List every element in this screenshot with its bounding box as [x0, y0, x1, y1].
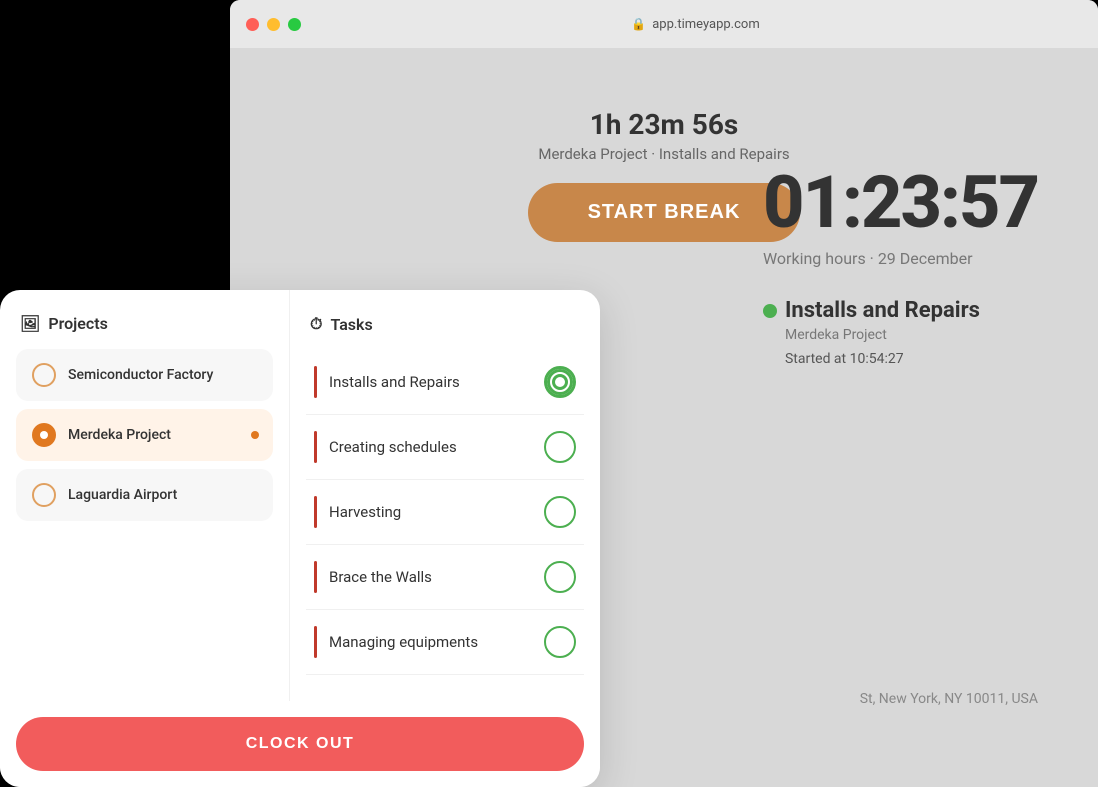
- task-radio-brace[interactable]: [544, 561, 576, 593]
- task-radio-creating[interactable]: [544, 431, 576, 463]
- active-task-card: Installs and Repairs Merdeka Project Sta…: [763, 298, 1038, 367]
- project-item-semiconductor[interactable]: Semiconductor Factory: [16, 349, 273, 401]
- big-clock-subtitle: Working hours · 29 December: [763, 249, 1038, 268]
- project-item-merdeka[interactable]: Merdeka Project: [16, 409, 273, 461]
- task-indicator-creating: [314, 431, 317, 463]
- tasks-panel: ⏱ Tasks Installs and Repairs Creating sc…: [290, 290, 600, 701]
- timer-duration: 1h 23m 56s: [538, 108, 789, 141]
- tasks-icon: ⏱: [310, 314, 322, 334]
- overlay-panel: 🖼 Projects Semiconductor Factory Merdeka…: [0, 290, 600, 787]
- tasks-panel-header: ⏱ Tasks: [306, 314, 584, 334]
- address-text: app.timeyapp.com: [652, 17, 760, 32]
- projects-header-label: Projects: [48, 314, 108, 333]
- project-radio-laguardia: [32, 483, 56, 507]
- close-traffic-light[interactable]: [246, 18, 259, 31]
- task-left-harvesting: Harvesting: [314, 496, 401, 528]
- project-radio-merdeka: [32, 423, 56, 447]
- task-radio-installs[interactable]: [544, 366, 576, 398]
- projects-panel-header: 🖼 Projects: [16, 314, 273, 333]
- project-name-semiconductor: Semiconductor Factory: [68, 367, 213, 383]
- task-item-brace[interactable]: Brace the Walls: [306, 545, 584, 610]
- task-item-managing[interactable]: Managing equipments: [306, 610, 584, 675]
- address-bar: 🔒 app.timeyapp.com: [309, 17, 1082, 32]
- clock-out-button[interactable]: CLOCK OUT: [16, 717, 584, 771]
- task-name-creating: Creating schedules: [329, 438, 457, 456]
- task-radio-managing[interactable]: [544, 626, 576, 658]
- project-active-dot-merdeka: [251, 431, 259, 439]
- task-left-brace: Brace the Walls: [314, 561, 432, 593]
- task-name-installs: Installs and Repairs: [329, 373, 460, 391]
- task-indicator-managing: [314, 626, 317, 658]
- task-left-installs: Installs and Repairs: [314, 366, 460, 398]
- task-indicator-installs: [314, 366, 317, 398]
- task-item-installs[interactable]: Installs and Repairs: [306, 350, 584, 415]
- start-break-button[interactable]: START BREAK: [528, 183, 801, 242]
- timer-display: 1h 23m 56s Merdeka Project · Installs an…: [538, 108, 789, 163]
- task-indicator-harvesting: [314, 496, 317, 528]
- bottom-address: St, New York, NY 10011, USA: [860, 691, 1038, 707]
- task-indicator-brace: [314, 561, 317, 593]
- big-clock-area: 01:23:57 Working hours · 29 December Ins…: [763, 160, 1038, 367]
- task-name-managing: Managing equipments: [329, 633, 478, 651]
- minimize-traffic-light[interactable]: [267, 18, 280, 31]
- projects-icon: 🖼: [20, 314, 40, 333]
- task-item-creating[interactable]: Creating schedules: [306, 415, 584, 480]
- clock-out-bar: CLOCK OUT: [0, 701, 600, 787]
- browser-titlebar: 🔒 app.timeyapp.com: [230, 0, 1098, 48]
- projects-panel: 🖼 Projects Semiconductor Factory Merdeka…: [0, 290, 290, 701]
- project-radio-semiconductor: [32, 363, 56, 387]
- task-left-managing: Managing equipments: [314, 626, 478, 658]
- maximize-traffic-light[interactable]: [288, 18, 301, 31]
- project-name-laguardia: Laguardia Airport: [68, 487, 177, 503]
- task-radio-harvesting[interactable]: [544, 496, 576, 528]
- big-clock-time: 01:23:57: [763, 160, 1038, 245]
- lock-icon: 🔒: [631, 17, 646, 31]
- active-status-dot: [763, 304, 777, 318]
- overlay-body: 🖼 Projects Semiconductor Factory Merdeka…: [0, 290, 600, 701]
- task-left-creating: Creating schedules: [314, 431, 457, 463]
- project-item-laguardia[interactable]: Laguardia Airport: [16, 469, 273, 521]
- active-task-project: Merdeka Project: [785, 327, 1038, 343]
- project-name-merdeka: Merdeka Project: [68, 427, 171, 443]
- task-name-harvesting: Harvesting: [329, 503, 401, 521]
- active-task-started: Started at 10:54:27: [785, 351, 1038, 367]
- task-item-harvesting[interactable]: Harvesting: [306, 480, 584, 545]
- task-name-brace: Brace the Walls: [329, 568, 432, 586]
- timer-subtitle: Merdeka Project · Installs and Repairs: [538, 145, 789, 163]
- task-radio-inner-installs: [552, 374, 568, 390]
- active-task-name: Installs and Repairs: [763, 298, 1038, 323]
- tasks-header-label: Tasks: [330, 315, 372, 334]
